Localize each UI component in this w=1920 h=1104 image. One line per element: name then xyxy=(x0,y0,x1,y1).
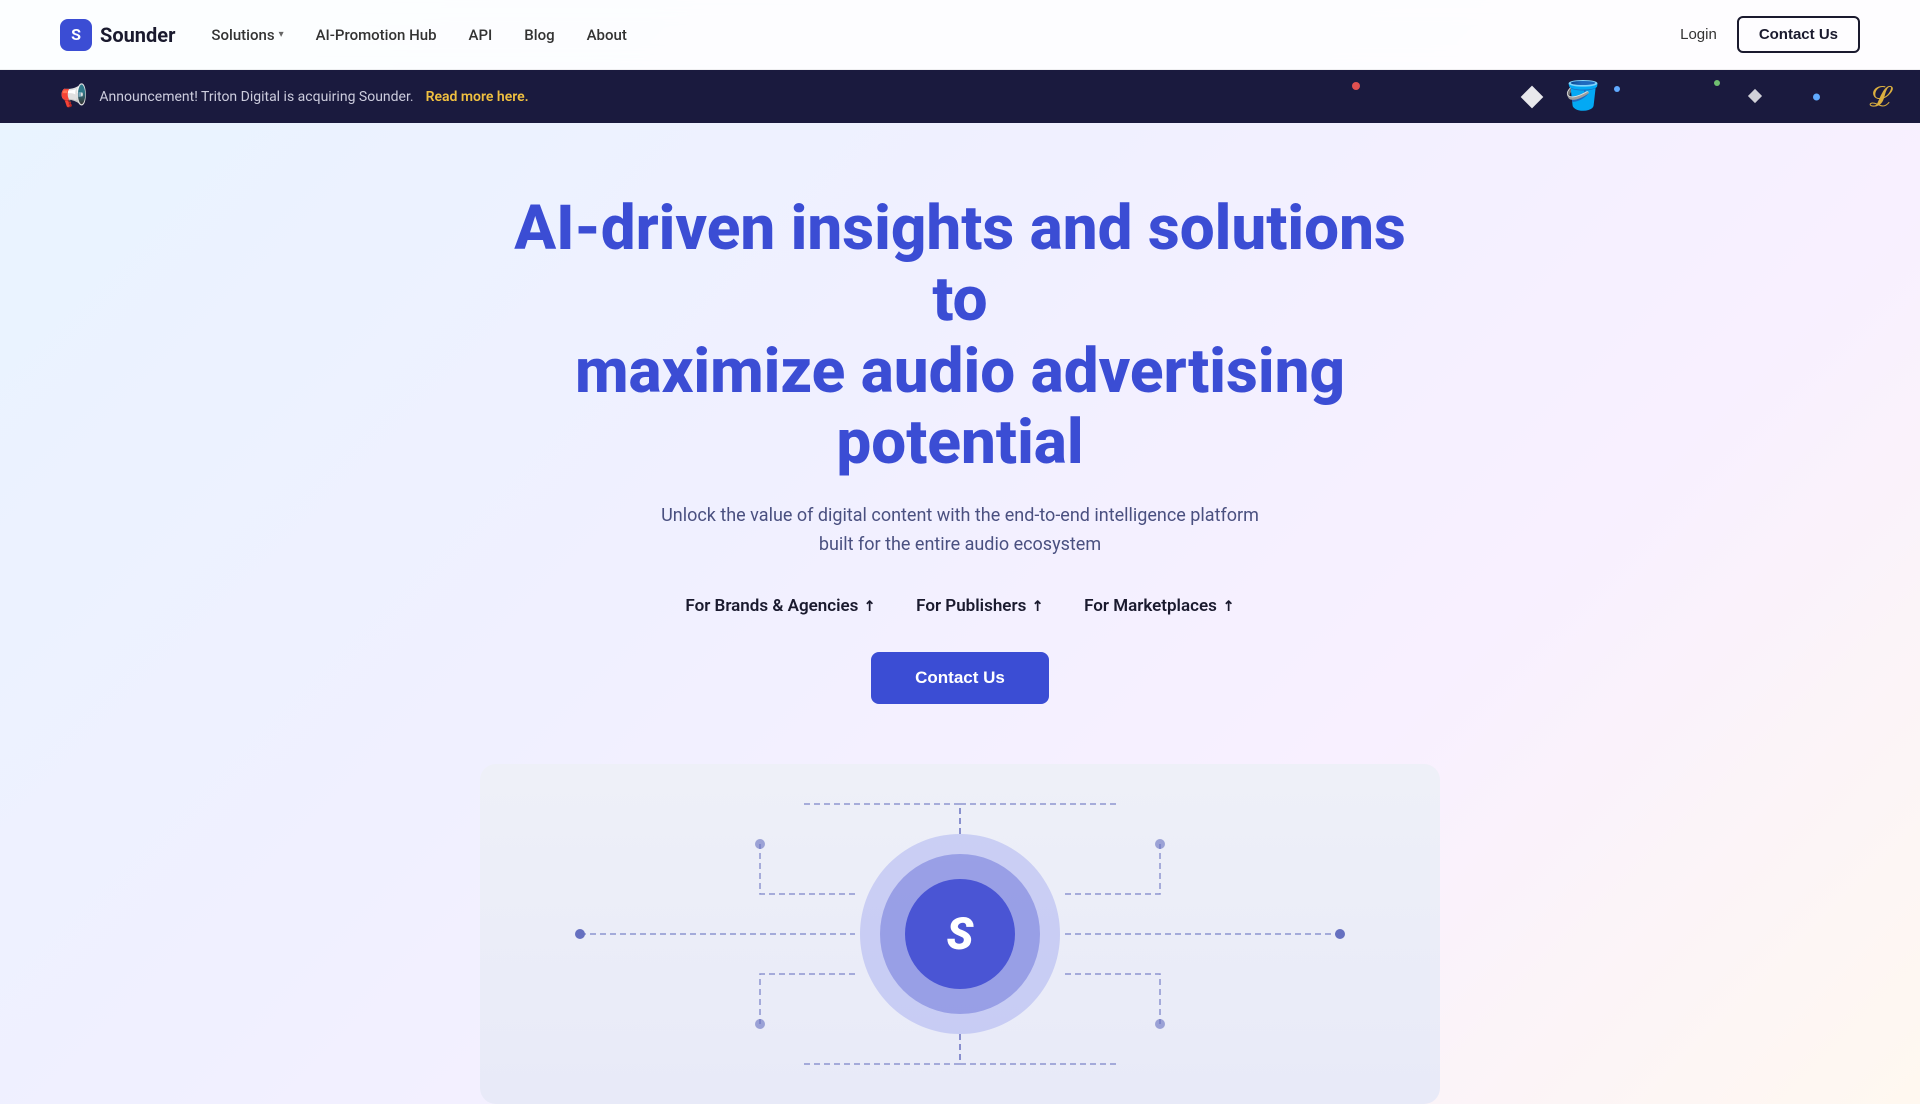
announcement-text: Announcement! Triton Digital is acquirin… xyxy=(99,89,413,105)
announcement-link[interactable]: Read more here. xyxy=(426,89,529,105)
paint-icon: 🪣 xyxy=(1565,78,1600,111)
dot-blue-2 xyxy=(1813,93,1820,100)
hero-link-brands[interactable]: For Brands & Agencies ↗ xyxy=(685,596,876,616)
announcement-icon: 📢 xyxy=(60,84,87,109)
lasso-icon: 𝓛 xyxy=(1870,80,1890,114)
contact-us-nav-button[interactable]: Contact Us xyxy=(1737,16,1860,53)
diagram-section: S xyxy=(480,764,1440,1104)
nav-item-api[interactable]: API xyxy=(469,26,493,44)
sparkle-small-icon xyxy=(1748,88,1762,102)
hero-section: AI-driven insights and solutions to maxi… xyxy=(0,123,1920,744)
center-circle-mid: S xyxy=(880,854,1040,1014)
brand-name: Sounder xyxy=(100,23,175,47)
nav-item-solutions[interactable]: Solutions ▾ xyxy=(211,26,283,44)
dot-blue xyxy=(1614,86,1620,92)
center-circle-inner: S xyxy=(905,879,1015,989)
sparkle-icon xyxy=(1521,85,1544,108)
chevron-down-icon: ▾ xyxy=(279,29,284,40)
hero-link-publishers[interactable]: For Publishers ↗ xyxy=(916,596,1044,616)
nav-links: Solutions ▾ AI-Promotion Hub API Blog xyxy=(211,26,626,44)
hero-links: For Brands & Agencies ↗ For Publishers ↗… xyxy=(20,596,1900,616)
nav-item-blog[interactable]: Blog xyxy=(524,26,554,44)
nav-link-about[interactable]: About xyxy=(587,26,627,44)
nav-link-api[interactable]: API xyxy=(469,26,493,44)
hero-link-marketplaces[interactable]: For Marketplaces ↗ xyxy=(1084,596,1235,616)
nav-item-about[interactable]: About xyxy=(587,26,627,44)
center-logo: S xyxy=(947,908,974,960)
hero-title: AI-driven insights and solutions to maxi… xyxy=(510,193,1410,478)
login-button[interactable]: Login xyxy=(1680,26,1717,43)
nav-right: Login Contact Us xyxy=(1680,16,1860,53)
contact-us-hero-button[interactable]: Contact Us xyxy=(871,652,1049,704)
arrow-icon-3: ↗ xyxy=(1219,596,1239,616)
nav-item-ai-hub[interactable]: AI-Promotion Hub xyxy=(316,26,437,44)
arrow-icon-2: ↗ xyxy=(1028,596,1048,616)
dot-red xyxy=(1352,82,1360,90)
nav-link-blog[interactable]: Blog xyxy=(524,26,554,44)
hero-subtitle: Unlock the value of digital content with… xyxy=(660,502,1260,560)
main-nav: S Sounder Solutions ▾ AI-Promotion Hub A… xyxy=(0,0,1920,70)
announcement-banner: 📢 Announcement! Triton Digital is acquir… xyxy=(0,70,1920,123)
logo-icon: S xyxy=(60,19,92,51)
arrow-icon: ↗ xyxy=(860,596,880,616)
nav-left: S Sounder Solutions ▾ AI-Promotion Hub A… xyxy=(60,19,627,51)
nav-link-solutions[interactable]: Solutions ▾ xyxy=(211,26,283,44)
banner-decorations: 🪣 𝓛 xyxy=(1320,70,1920,123)
logo-link[interactable]: S Sounder xyxy=(60,19,175,51)
nav-link-ai-hub[interactable]: AI-Promotion Hub xyxy=(316,26,437,44)
dot-green xyxy=(1714,80,1720,86)
center-circle-outer: S xyxy=(860,834,1060,1034)
